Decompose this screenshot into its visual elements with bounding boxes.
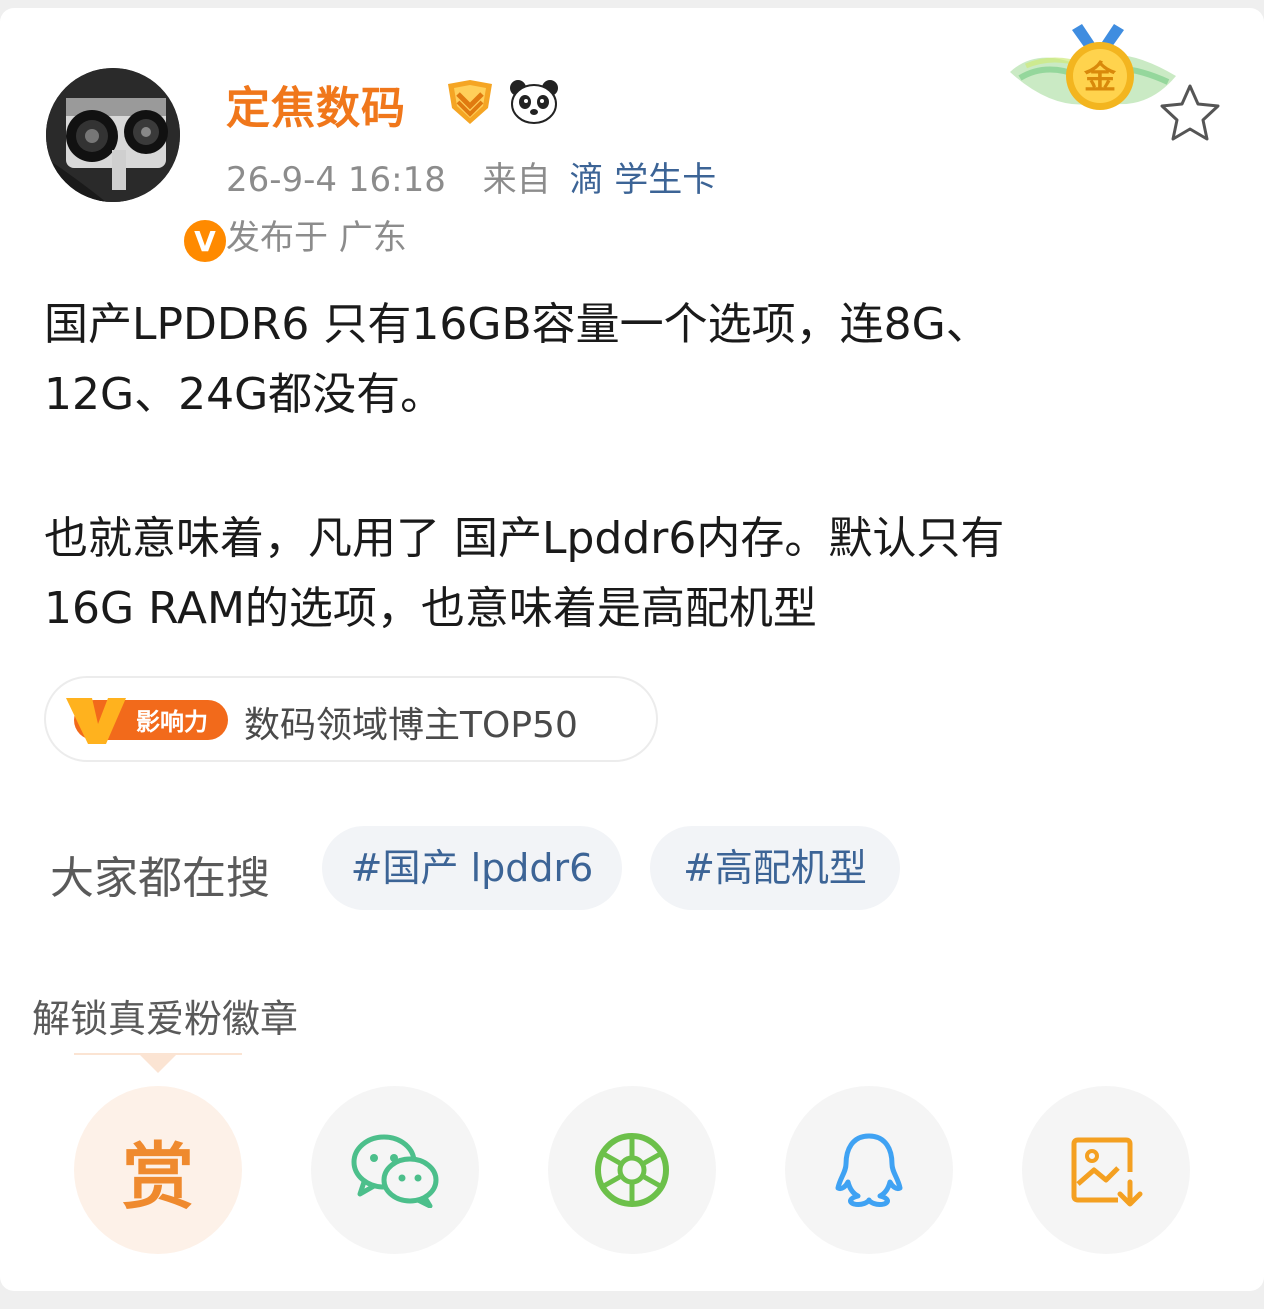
star-icon[interactable] — [1158, 82, 1222, 142]
gold-medal-icon[interactable]: 金 — [1006, 18, 1180, 128]
post-text-line: 16G RAM的选项，也意味着是高配机型 — [44, 583, 817, 634]
fan-badge-label[interactable]: 解锁真爱粉徽章 — [32, 988, 298, 1043]
post-text-line: 也就意味着，凡用了 国产Lpddr6内存。默认只有 — [44, 513, 1005, 564]
verified-badge: V — [180, 216, 230, 266]
camera-photo-icon — [46, 68, 180, 202]
post-text-line: 国产LPDDR6 只有16GB容量一个选项，连8G、 — [44, 299, 990, 350]
qq-icon — [835, 1133, 903, 1207]
source-prefix: 来自 — [482, 160, 551, 200]
post-card: V 定焦数码 26-9-4 16:18 来自 滴 学生卡 发布于 广东 金 国产… — [0, 8, 1264, 1291]
moments-share-button[interactable] — [548, 1086, 716, 1254]
post-location: 发布于 广东 — [226, 218, 407, 258]
wechat-icon — [351, 1134, 439, 1208]
post-content: 国产LPDDR6 只有16GB容量一个选项，连8G、 12G、24G都没有。 也… — [44, 290, 1234, 644]
influence-label: 数码领域博主TOP50 — [244, 705, 578, 746]
wechat-share-button[interactable] — [311, 1086, 479, 1254]
author-name[interactable]: 定焦数码 — [226, 72, 406, 136]
panda-icon[interactable] — [508, 76, 560, 126]
influence-tag-text: 影响力 — [136, 708, 208, 736]
influence-badge[interactable]: 影响力 数码领域博主TOP50 — [44, 676, 658, 762]
save-image-icon — [1071, 1137, 1143, 1207]
post-text-line: 12G、24G都没有。 — [44, 369, 445, 420]
reward-button[interactable]: 赏 — [74, 1086, 242, 1254]
post-meta: 26-9-4 16:18 来自 滴 学生卡 — [226, 152, 716, 201]
save-image-button[interactable] — [1022, 1086, 1190, 1254]
reward-label: 赏 — [121, 1134, 194, 1219]
verified-mark: V — [194, 224, 216, 258]
fan-badge-pointer — [140, 1055, 176, 1073]
source-link[interactable]: 滴 学生卡 — [569, 160, 716, 200]
search-chip-lpddr6[interactable]: #国产 lpddr6 — [322, 826, 622, 910]
qq-share-button[interactable] — [785, 1086, 953, 1254]
trending-search-label: 大家都在搜 — [50, 853, 270, 904]
medal-label: 金 — [1083, 58, 1117, 96]
influence-tag-icon: 影响力 — [66, 698, 228, 744]
post-timestamp: 26-9-4 16:18 — [226, 160, 446, 200]
aperture-icon — [595, 1133, 669, 1207]
search-chip-high-config[interactable]: #高配机型 — [650, 826, 900, 910]
author-avatar[interactable]: V — [46, 68, 230, 266]
level-badge-icon[interactable] — [444, 78, 496, 126]
